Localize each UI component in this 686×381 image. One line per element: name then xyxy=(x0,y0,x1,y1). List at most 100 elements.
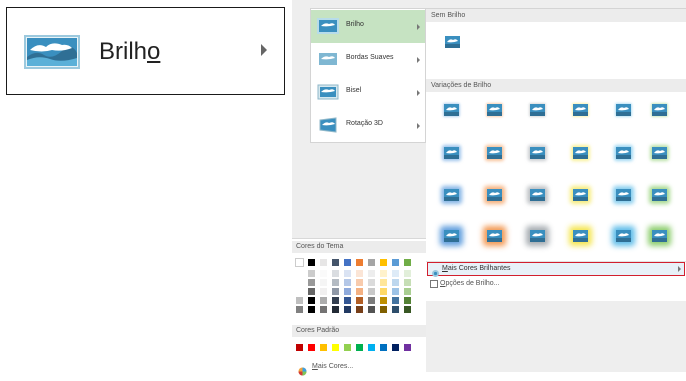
theme-color-shade[interactable] xyxy=(296,297,303,304)
theme-color-swatch[interactable] xyxy=(344,259,351,266)
theme-color-shade[interactable] xyxy=(308,306,315,313)
glow-variation-tile[interactable] xyxy=(573,147,588,159)
glow-variation-tile[interactable] xyxy=(616,189,631,201)
theme-color-shade[interactable] xyxy=(308,288,315,295)
theme-color-shade[interactable] xyxy=(332,270,339,277)
theme-color-shade[interactable] xyxy=(380,288,387,295)
theme-color-shade[interactable] xyxy=(356,306,363,313)
glow-variation-tile[interactable] xyxy=(487,230,502,242)
standard-color-swatch[interactable] xyxy=(332,344,339,351)
theme-color-shade[interactable] xyxy=(404,270,411,277)
standard-color-swatch[interactable] xyxy=(392,344,399,351)
glow-variation-tile[interactable] xyxy=(652,147,667,159)
theme-color-shade[interactable] xyxy=(344,270,351,277)
theme-color-shade[interactable] xyxy=(320,270,327,277)
no-glow-option[interactable] xyxy=(445,36,460,48)
theme-color-shade[interactable] xyxy=(320,288,327,295)
theme-color-shade[interactable] xyxy=(368,297,375,304)
theme-color-shade[interactable] xyxy=(356,270,363,277)
theme-color-shade[interactable] xyxy=(392,306,399,313)
standard-color-swatch[interactable] xyxy=(368,344,375,351)
menu-item-soft-edges[interactable]: Bordas Suaves xyxy=(311,43,425,76)
glow-variation-tile[interactable] xyxy=(530,189,545,201)
theme-color-shade[interactable] xyxy=(308,279,315,286)
glow-variation-tile[interactable] xyxy=(652,189,667,201)
standard-color-swatch[interactable] xyxy=(356,344,363,351)
theme-color-shade[interactable] xyxy=(356,279,363,286)
theme-color-shade[interactable] xyxy=(380,306,387,313)
standard-color-swatch[interactable] xyxy=(308,344,315,351)
theme-color-swatch[interactable] xyxy=(392,259,399,266)
theme-color-swatch[interactable] xyxy=(332,259,339,266)
standard-color-swatch[interactable] xyxy=(380,344,387,351)
menu-item-glow[interactable]: Brilho xyxy=(311,10,425,43)
glow-variation-tile[interactable] xyxy=(487,189,502,201)
glow-variation-tile[interactable] xyxy=(444,147,459,159)
glow-variation-tile[interactable] xyxy=(487,104,502,116)
theme-color-shade[interactable] xyxy=(368,270,375,277)
theme-color-shade[interactable] xyxy=(392,270,399,277)
theme-color-shade[interactable] xyxy=(404,297,411,304)
glow-variation-tile[interactable] xyxy=(652,104,667,116)
theme-color-shade[interactable] xyxy=(296,279,303,286)
theme-color-shade[interactable] xyxy=(392,288,399,295)
standard-color-swatch[interactable] xyxy=(344,344,351,351)
glow-variation-tile[interactable] xyxy=(530,230,545,242)
theme-color-swatch[interactable] xyxy=(320,259,327,266)
glow-variation-tile[interactable] xyxy=(616,104,631,116)
glow-variation-tile[interactable] xyxy=(652,230,667,242)
theme-color-shade[interactable] xyxy=(380,279,387,286)
theme-color-shade[interactable] xyxy=(392,279,399,286)
theme-color-shade[interactable] xyxy=(344,279,351,286)
theme-color-shade[interactable] xyxy=(332,279,339,286)
glow-variation-tile[interactable] xyxy=(530,147,545,159)
theme-color-swatch[interactable] xyxy=(368,259,375,266)
theme-color-swatch[interactable] xyxy=(295,258,304,267)
standard-color-swatch[interactable] xyxy=(320,344,327,351)
glow-variation-tile[interactable] xyxy=(444,104,459,116)
theme-color-swatch[interactable] xyxy=(404,259,411,266)
glow-variation-tile[interactable] xyxy=(616,147,631,159)
theme-color-shade[interactable] xyxy=(320,279,327,286)
theme-color-shade[interactable] xyxy=(380,297,387,304)
theme-color-shade[interactable] xyxy=(368,306,375,313)
menu-item-3d-rotation[interactable]: Rotação 3D xyxy=(311,109,425,142)
theme-color-shade[interactable] xyxy=(296,288,303,295)
theme-color-shade[interactable] xyxy=(392,297,399,304)
theme-color-shade[interactable] xyxy=(344,306,351,313)
theme-color-shade[interactable] xyxy=(320,297,327,304)
more-glow-colors-item[interactable]: Mais Cores Brilhantes xyxy=(427,262,685,277)
glow-variation-tile[interactable] xyxy=(616,230,631,242)
theme-color-shade[interactable] xyxy=(320,306,327,313)
theme-color-shade[interactable] xyxy=(404,279,411,286)
theme-color-shade[interactable] xyxy=(296,306,303,313)
glow-callout[interactable]: Brilho xyxy=(6,7,285,95)
menu-item-bevel[interactable]: Bisel xyxy=(311,76,425,109)
theme-color-shade[interactable] xyxy=(332,306,339,313)
standard-color-swatch[interactable] xyxy=(404,344,411,351)
glow-variation-tile[interactable] xyxy=(444,189,459,201)
glow-variation-tile[interactable] xyxy=(444,230,459,242)
glow-variation-tile[interactable] xyxy=(573,104,588,116)
glow-variation-tile[interactable] xyxy=(573,230,588,242)
theme-color-swatch[interactable] xyxy=(356,259,363,266)
theme-color-shade[interactable] xyxy=(296,270,303,277)
theme-color-shade[interactable] xyxy=(368,279,375,286)
theme-color-shade[interactable] xyxy=(404,306,411,313)
theme-color-swatch[interactable] xyxy=(380,259,387,266)
theme-color-shade[interactable] xyxy=(332,297,339,304)
theme-color-shade[interactable] xyxy=(380,270,387,277)
theme-color-shade[interactable] xyxy=(344,288,351,295)
theme-color-shade[interactable] xyxy=(368,288,375,295)
theme-color-shade[interactable] xyxy=(344,297,351,304)
theme-color-shade[interactable] xyxy=(404,288,411,295)
theme-color-swatch[interactable] xyxy=(308,259,315,266)
theme-color-shade[interactable] xyxy=(308,297,315,304)
standard-color-swatch[interactable] xyxy=(296,344,303,351)
glow-variation-tile[interactable] xyxy=(530,104,545,116)
theme-color-shade[interactable] xyxy=(356,288,363,295)
glow-variation-tile[interactable] xyxy=(487,147,502,159)
theme-color-shade[interactable] xyxy=(332,288,339,295)
glow-variation-tile[interactable] xyxy=(573,189,588,201)
theme-color-shade[interactable] xyxy=(308,270,315,277)
